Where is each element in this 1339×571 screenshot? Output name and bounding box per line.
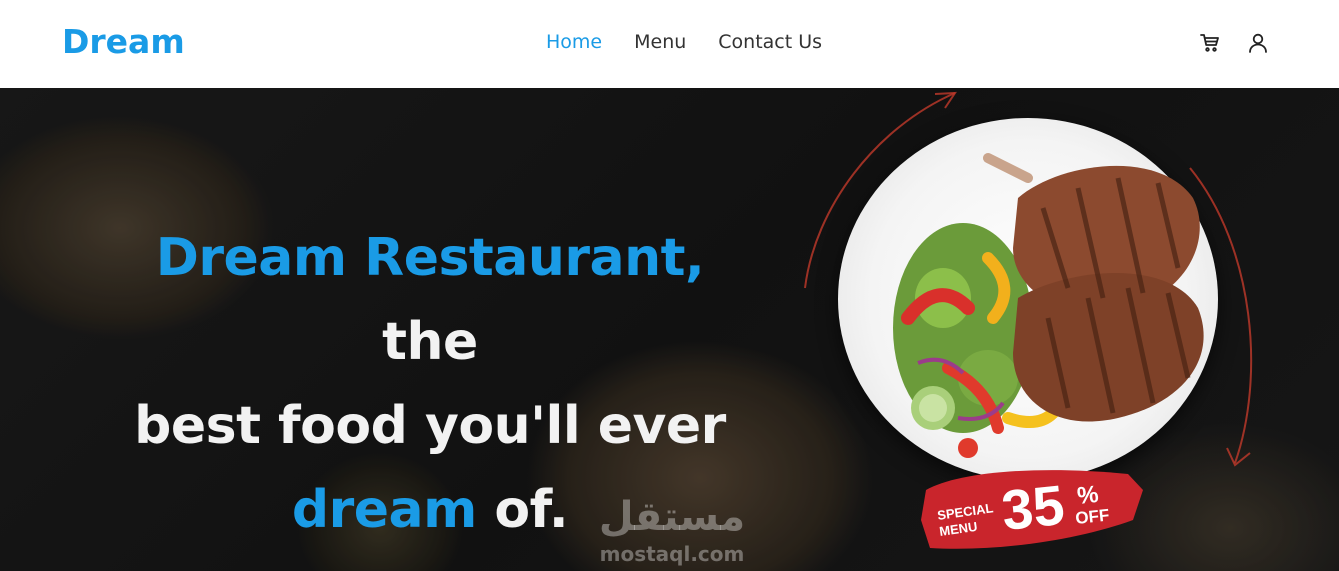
watermark-latin: mostaql.com [599,542,745,566]
steak-plate-image [838,118,1218,480]
navbar: Dream Home Menu Contact Us [0,0,1339,88]
nav-links: Home Menu Contact Us [546,31,822,53]
nav-link-contact[interactable]: Contact Us [718,31,822,53]
nav-link-menu[interactable]: Menu [634,31,686,53]
promo-amount-text: 35 [999,473,1068,542]
watermark: مستقل mostaql.com [592,493,752,567]
hero-title-text-2: best food you'll ever [134,396,726,456]
brand-logo[interactable]: Dream [62,22,185,61]
promo-badge: SPECIAL MENU 35 % OFF [918,460,1148,556]
hero-title-highlight-restaurant: Dream Restaurant, [155,228,705,288]
promo-off-text: OFF [1074,506,1110,528]
promo-percent-text: % [1076,481,1100,510]
watermark-arabic: مستقل [598,494,746,540]
hero-title-text-1: the [382,312,478,372]
nav-icons [1198,32,1270,54]
hero-section: Dream Restaurant, the best food you'll e… [0,88,1339,571]
nav-link-home[interactable]: Home [546,31,602,53]
cart-icon[interactable] [1198,32,1222,54]
hero-title-highlight-dream: dream [291,480,477,540]
hero-title-text-3: of. [476,480,569,540]
user-icon[interactable] [1246,32,1270,54]
